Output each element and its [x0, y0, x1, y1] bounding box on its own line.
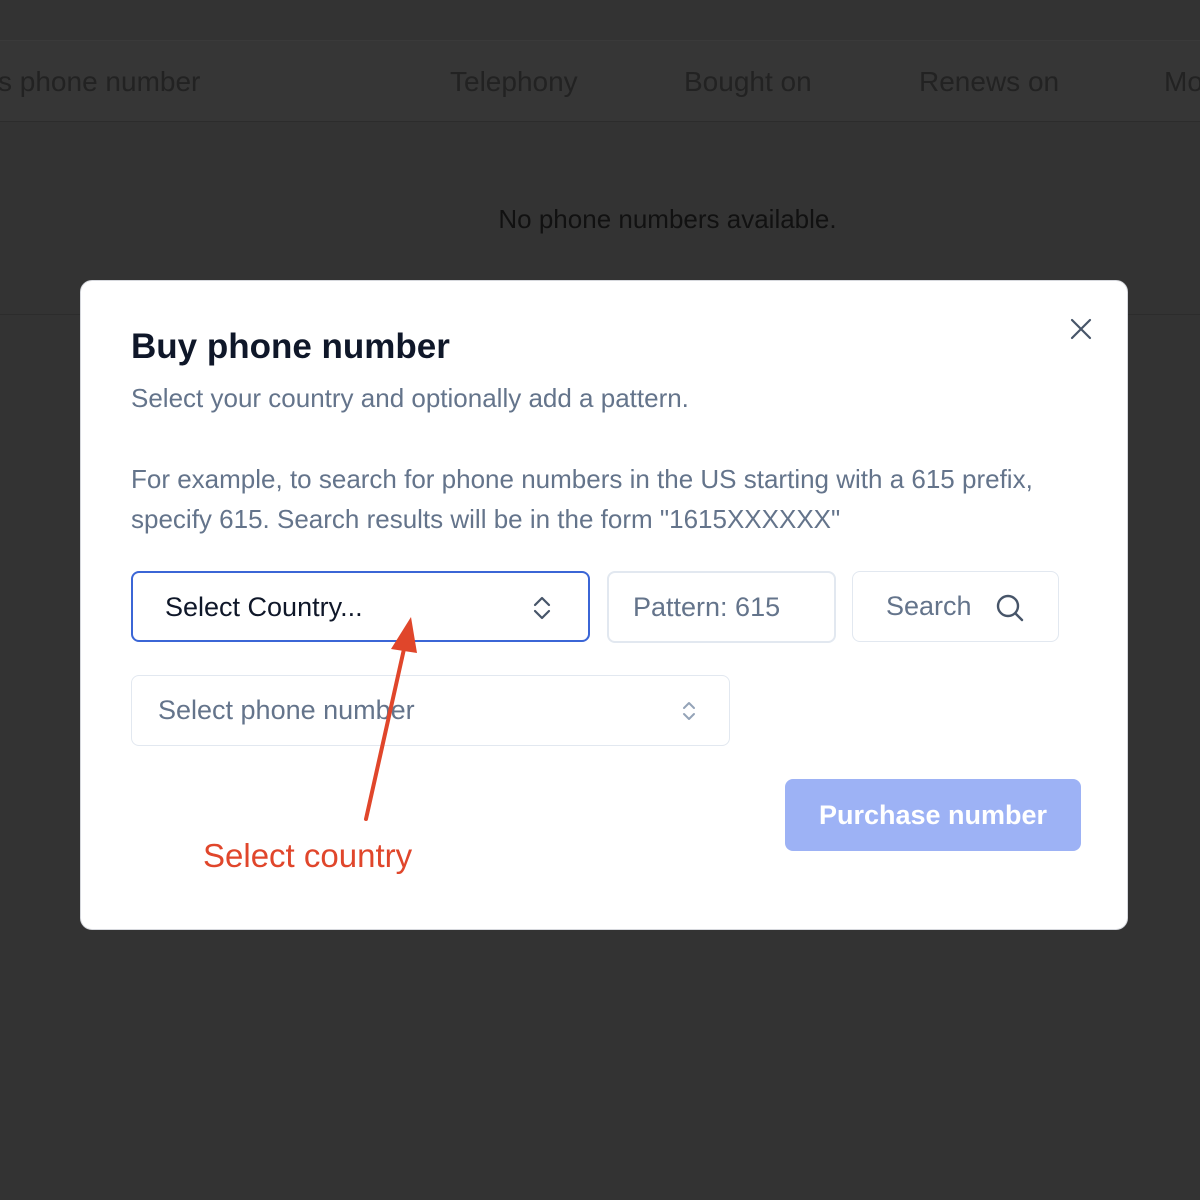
empty-state-message: No phone numbers available.: [498, 204, 837, 234]
column-header-phone-number: s phone number: [0, 66, 201, 97]
close-icon: [1070, 318, 1092, 340]
pattern-input[interactable]: [609, 573, 834, 641]
phone-number-select-label: Select phone number: [158, 695, 415, 725]
dialog-description: For example, to search for phone numbers…: [131, 464, 1033, 534]
table-header: s phone number Telephony Bought on Renew…: [0, 41, 1200, 122]
column-header-telephony: Telephony: [450, 66, 578, 97]
country-select-label: Select Country...: [165, 592, 363, 622]
phone-number-select[interactable]: Select phone number: [131, 675, 730, 746]
column-header-more: Mo: [1164, 66, 1200, 97]
chevron-up-down-icon: [683, 702, 695, 720]
close-button[interactable]: [1069, 317, 1093, 341]
search-icon: [996, 594, 1024, 622]
dialog-subtitle: Select your country and optionally add a…: [131, 383, 689, 413]
pattern-field[interactable]: [607, 571, 836, 643]
column-header-bought-on: Bought on: [684, 66, 812, 97]
search-button-label: Search: [886, 591, 972, 621]
annotation-label: Select country: [203, 837, 413, 874]
chevron-up-down-icon: [533, 596, 551, 620]
dialog-title: Buy phone number: [131, 327, 450, 366]
purchase-number-button[interactable]: Purchase number: [785, 779, 1081, 851]
country-select[interactable]: Select Country...: [131, 571, 590, 642]
column-header-renews-on: Renews on: [919, 66, 1060, 97]
top-bar: [0, 0, 1200, 41]
search-button[interactable]: Search: [852, 571, 1059, 642]
buy-phone-number-dialog: Buy phone number Select your country and…: [80, 280, 1128, 930]
